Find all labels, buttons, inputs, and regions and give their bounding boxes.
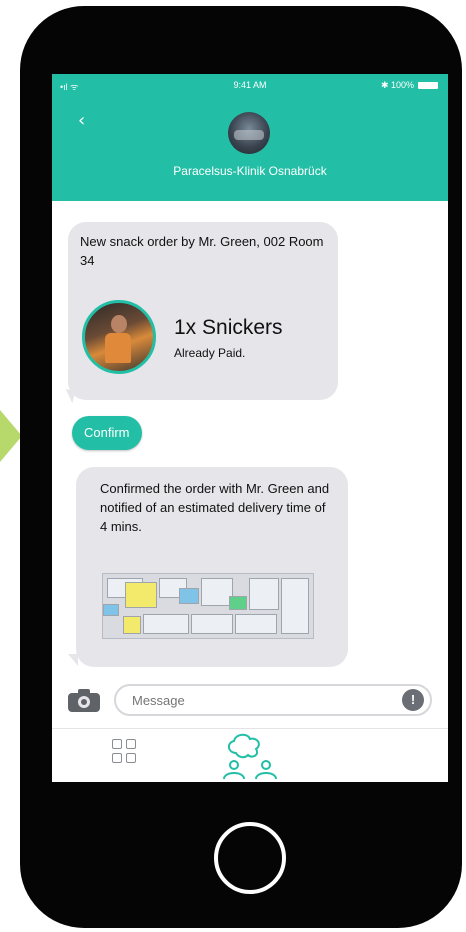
message-field: ! [114, 684, 432, 716]
grid-icon[interactable] [112, 739, 140, 767]
bubble-tail [68, 654, 78, 666]
message-composer: ! [52, 680, 448, 726]
map-room [249, 578, 279, 610]
map-room-highlight [103, 604, 119, 616]
message-input[interactable] [130, 692, 374, 709]
map-room [235, 614, 277, 634]
order-message-bubble: New snack order by Mr. Green, 002 Room 3… [68, 222, 338, 400]
map-room [143, 614, 189, 634]
people-chat-icon[interactable] [212, 731, 292, 781]
confirmation-message-text: Confirmed the order with Mr. Green and n… [100, 481, 330, 534]
app-screen: •ıl ᯤ 9:41 AM ✱ 100% ‹ Paracelsus-Klinik… [52, 74, 448, 782]
confirmation-message-bubble: Confirmed the order with Mr. Green and n… [76, 467, 348, 667]
battery-indicator: ✱ 100% [381, 80, 438, 91]
chat-header: •ıl ᯤ 9:41 AM ✱ 100% ‹ Paracelsus-Klinik… [52, 74, 448, 201]
map-room-highlight [125, 582, 157, 608]
camera-icon[interactable] [68, 688, 100, 712]
map-room-highlight [123, 616, 141, 634]
contact-avatar[interactable] [228, 112, 270, 154]
map-room-highlight [229, 596, 247, 610]
home-button[interactable] [214, 822, 286, 894]
microphone-icon[interactable]: ! [402, 689, 424, 711]
bubble-tail [62, 388, 76, 404]
back-icon[interactable]: ‹ [78, 110, 85, 131]
product-name: 1x Snickers [174, 316, 283, 339]
product-photo [82, 300, 156, 374]
map-room [281, 578, 309, 634]
pointer-arrow [0, 410, 22, 462]
payment-status: Already Paid. [174, 346, 246, 360]
map-room [191, 614, 233, 634]
map-room-highlight [179, 588, 199, 604]
status-bar: •ıl ᯤ 9:41 AM ✱ 100% [52, 80, 448, 94]
tab-bar [52, 728, 448, 782]
battery-label: ✱ 100% [380, 80, 414, 90]
chat-title: Paracelsus-Klinik Osnabrück [173, 164, 327, 178]
confirm-button[interactable]: Confirm [72, 416, 142, 450]
battery-icon [418, 82, 438, 89]
floor-plan-map[interactable] [102, 573, 314, 639]
order-message-text: New snack order by Mr. Green, 002 Room 3… [80, 234, 324, 268]
